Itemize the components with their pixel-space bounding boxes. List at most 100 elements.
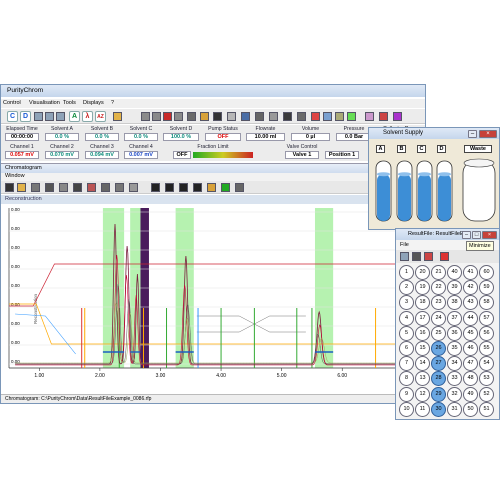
well-position[interactable]: 2 — [399, 280, 414, 296]
well-position[interactable]: 31 — [447, 401, 462, 417]
well-position[interactable]: 39 — [447, 280, 462, 296]
well-position[interactable]: 18 — [415, 295, 430, 311]
chrom-tool-icon[interactable] — [165, 183, 174, 192]
export-icon[interactable] — [424, 252, 433, 261]
page-icon[interactable] — [241, 112, 250, 121]
tool-icon[interactable] — [187, 112, 196, 121]
tool-az-button[interactable]: AZ — [95, 111, 106, 122]
minimize-button[interactable]: – — [468, 130, 477, 138]
well-position[interactable]: 42 — [463, 280, 478, 296]
well-position[interactable]: 37 — [447, 310, 462, 326]
close-button[interactable]: × — [479, 130, 497, 138]
chrom-tool-icon[interactable] — [235, 183, 244, 192]
well-position[interactable]: 45 — [463, 325, 478, 341]
well-position[interactable]: 5 — [399, 325, 414, 341]
tool-red-icon[interactable] — [311, 112, 320, 121]
tool-c-button[interactable]: C — [7, 111, 18, 122]
chrom-tool-icon[interactable] — [17, 183, 26, 192]
menu-displays[interactable]: Displays — [83, 100, 104, 106]
well-position[interactable]: 44 — [463, 310, 478, 326]
tool-d-button[interactable]: D — [20, 111, 31, 122]
chrom-tool-icon[interactable] — [59, 183, 68, 192]
chrom-tool-icon[interactable] — [87, 183, 96, 192]
chrom-tool-icon[interactable] — [45, 183, 54, 192]
well-position[interactable]: 1 — [399, 265, 414, 280]
settings-icon[interactable] — [227, 112, 236, 121]
book-icon[interactable] — [379, 112, 388, 121]
well-position[interactable]: 36 — [447, 325, 462, 341]
well-position[interactable]: 26 — [431, 341, 446, 356]
well-position[interactable]: 51 — [479, 401, 494, 417]
drop-icon[interactable] — [34, 112, 43, 121]
well-position[interactable]: 43 — [463, 295, 478, 311]
well-position[interactable]: 58 — [479, 295, 494, 311]
chart-icon[interactable] — [200, 112, 209, 121]
menu-help[interactable]: ? — [111, 100, 114, 106]
monitor-icon[interactable] — [213, 112, 222, 121]
drop-icon[interactable] — [56, 112, 65, 121]
well-position[interactable]: 32 — [447, 386, 462, 402]
well-position[interactable]: 9 — [399, 386, 414, 402]
well-position[interactable]: 50 — [463, 401, 478, 417]
well-position[interactable]: 11 — [415, 401, 430, 417]
close-button[interactable]: × — [482, 231, 497, 239]
chromatogram-plot[interactable]: 1.002.003.004.005.006.007.000.000.000.00… — [1, 204, 425, 382]
eraser-icon[interactable] — [365, 112, 374, 121]
book2-icon[interactable] — [393, 112, 402, 121]
well-position[interactable]: 23 — [431, 295, 446, 311]
well-position[interactable]: 49 — [463, 386, 478, 402]
maximize-button[interactable]: □ — [472, 231, 481, 239]
wrench-icon[interactable] — [335, 112, 344, 121]
well-position[interactable]: 4 — [399, 310, 414, 326]
well-position[interactable]: 24 — [431, 310, 446, 326]
chrom-tool-icon[interactable] — [221, 183, 230, 192]
monitor-icon[interactable] — [412, 252, 421, 261]
pause-icon[interactable] — [152, 112, 161, 121]
chrom-tool-icon[interactable] — [179, 183, 188, 192]
well-position[interactable]: 41 — [463, 265, 478, 280]
menu-file[interactable]: File — [400, 242, 409, 248]
well-position[interactable]: 22 — [431, 280, 446, 296]
panel-icon[interactable] — [297, 112, 306, 121]
grid-icon[interactable] — [400, 252, 409, 261]
well-position[interactable]: 35 — [447, 341, 462, 356]
exit-icon[interactable] — [440, 252, 449, 261]
tool-a-button[interactable]: A — [69, 111, 80, 122]
list-icon[interactable] — [323, 112, 332, 121]
chrom-tool-icon[interactable] — [73, 183, 82, 192]
folder-icon[interactable] — [113, 112, 122, 121]
chrom-tool-icon[interactable] — [31, 183, 40, 192]
chrom-tool-icon[interactable] — [207, 183, 216, 192]
well-position[interactable]: 38 — [447, 295, 462, 311]
well-position[interactable]: 55 — [479, 341, 494, 356]
tool-lambda-button[interactable]: λ — [82, 111, 93, 122]
chrom-tool-icon[interactable] — [151, 183, 160, 192]
stop-icon[interactable] — [163, 112, 172, 121]
well-position[interactable]: 16 — [415, 325, 430, 341]
drop-icon[interactable] — [45, 112, 54, 121]
well-position[interactable]: 33 — [447, 371, 462, 387]
well-position[interactable]: 40 — [447, 265, 462, 280]
well-position[interactable]: 25 — [431, 325, 446, 341]
well-position[interactable]: 28 — [431, 371, 446, 387]
well-position[interactable]: 19 — [415, 280, 430, 296]
chrom-tool-icon[interactable] — [5, 183, 14, 192]
chrom-tool-icon[interactable] — [115, 183, 124, 192]
well-position[interactable]: 60 — [479, 265, 494, 280]
well-position[interactable]: 27 — [431, 356, 446, 372]
next-icon[interactable] — [174, 112, 183, 121]
well-position[interactable]: 34 — [447, 356, 462, 372]
chrom-tool-icon[interactable] — [193, 183, 202, 192]
well-position[interactable]: 10 — [399, 401, 414, 417]
well-position[interactable]: 47 — [463, 356, 478, 372]
well-position[interactable]: 57 — [479, 310, 494, 326]
menu-control[interactable]: Control — [3, 100, 21, 106]
well-position[interactable]: 14 — [415, 356, 430, 372]
window-icon[interactable] — [255, 112, 264, 121]
well-position[interactable]: 6 — [399, 341, 414, 356]
menu-window[interactable]: Window — [5, 173, 25, 179]
well-position[interactable]: 7 — [399, 356, 414, 372]
well-position[interactable]: 21 — [431, 265, 446, 280]
well-position[interactable]: 48 — [463, 371, 478, 387]
well-position[interactable]: 29 — [431, 386, 446, 402]
